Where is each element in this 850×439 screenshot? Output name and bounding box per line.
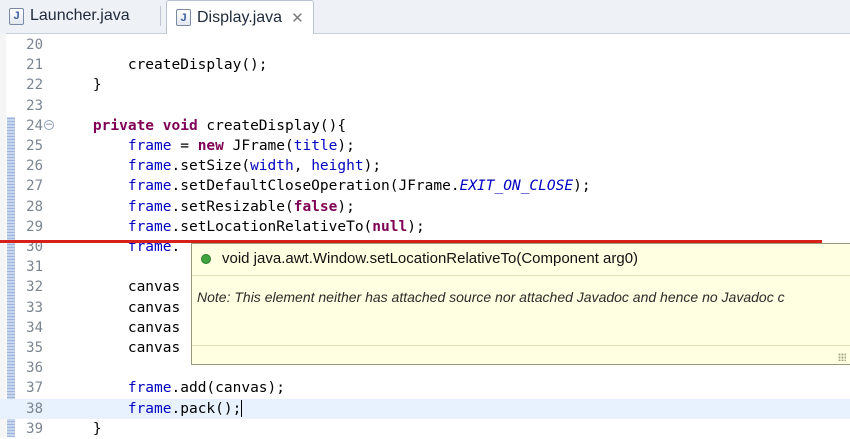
line-number: 20 xyxy=(26,37,43,53)
editor-tab-bar: J Launcher.java J Display.java ✕ xyxy=(0,0,850,34)
line-number: 26 xyxy=(26,158,43,175)
text-caret xyxy=(241,400,243,418)
line-number: 29 xyxy=(26,218,43,235)
line-number: 37 xyxy=(26,380,43,397)
line-number: 21 xyxy=(26,57,43,74)
code-text: frame.setDefaultCloseOperation(JFrame.EX… xyxy=(127,178,591,195)
code-text: frame.setLocationRelativeTo(null); xyxy=(127,218,425,235)
code-text: private void createDisplay(){ xyxy=(92,117,347,134)
java-file-icon: J xyxy=(9,7,24,25)
line-number: 28 xyxy=(26,198,43,215)
code-line[interactable]: 37 frame.add(canvas); xyxy=(0,378,850,398)
code-text: } xyxy=(58,420,102,437)
method-signature: void java.awt.Window.setLocationRelative… xyxy=(222,250,639,267)
code-line[interactable]: 27 frame.setDefaultCloseOperation(JFrame… xyxy=(0,176,850,196)
code-text: } xyxy=(58,77,102,94)
line-number: 38 xyxy=(26,400,43,417)
javadoc-hover-tooltip[interactable]: void java.awt.Window.setLocationRelative… xyxy=(191,243,850,365)
code-text: canvas xyxy=(58,319,181,336)
line-number: 33 xyxy=(26,299,43,316)
close-icon[interactable]: ✕ xyxy=(291,9,304,27)
code-line[interactable]: 21 createDisplay(); xyxy=(0,55,850,75)
java-file-icon: J xyxy=(176,9,191,26)
code-text: canvas xyxy=(58,279,181,296)
tab-launcher-java[interactable]: J Launcher.java xyxy=(0,0,160,32)
tab-label: Display.java xyxy=(197,8,283,26)
line-number: 39 xyxy=(26,420,43,437)
code-text: frame = new JFrame(title); xyxy=(127,138,355,154)
code-text: frame.setSize(width, height); xyxy=(127,158,382,175)
code-text: canvas xyxy=(58,299,181,316)
code-line[interactable]: 29 frame.setLocationRelativeTo(null); xyxy=(0,217,850,237)
code-line[interactable]: 38 frame.pack(); xyxy=(0,398,850,419)
tab-divider xyxy=(160,6,161,26)
code-text: frame.pack(); xyxy=(127,400,243,418)
code-text: createDisplay(); xyxy=(58,57,268,74)
tab-label: Launcher.java xyxy=(30,7,130,24)
code-text: canvas xyxy=(58,340,181,356)
javadoc-note: Note: This element neither has attached … xyxy=(197,289,785,305)
code-line[interactable]: 25 frame = new JFrame(title); xyxy=(0,136,850,156)
code-text: frame.add(canvas); xyxy=(127,380,285,397)
line-number: 32 xyxy=(26,279,43,296)
code-line[interactable]: 20 xyxy=(0,35,850,55)
resize-grip-icon[interactable] xyxy=(838,353,846,361)
line-number: 25 xyxy=(26,138,43,154)
code-text: frame.setResizable(false); xyxy=(127,198,355,215)
line-number: 34 xyxy=(26,319,43,336)
code-line[interactable]: 23 xyxy=(0,96,850,116)
code-line[interactable]: 24− private void createDisplay(){ xyxy=(0,116,850,136)
fold-collapse-icon[interactable]: − xyxy=(44,119,54,130)
line-number: 27 xyxy=(26,178,43,195)
code-line[interactable]: 22 } xyxy=(0,75,850,95)
public-method-icon xyxy=(201,254,211,264)
line-number: 35 xyxy=(26,340,43,356)
tooltip-footer xyxy=(192,345,850,364)
code-line[interactable]: 39 } xyxy=(0,419,850,439)
line-number: 23 xyxy=(26,97,43,114)
line-number: 31 xyxy=(26,259,43,276)
tab-display-java[interactable]: J Display.java ✕ xyxy=(166,0,314,34)
code-line[interactable]: 28 frame.setResizable(false); xyxy=(0,197,850,217)
code-line[interactable]: 26 frame.setSize(width, height); xyxy=(0,156,850,176)
line-number: 22 xyxy=(26,77,43,94)
line-number: 36 xyxy=(26,360,43,377)
tooltip-separator xyxy=(192,275,850,276)
line-number: 24 xyxy=(26,117,43,134)
